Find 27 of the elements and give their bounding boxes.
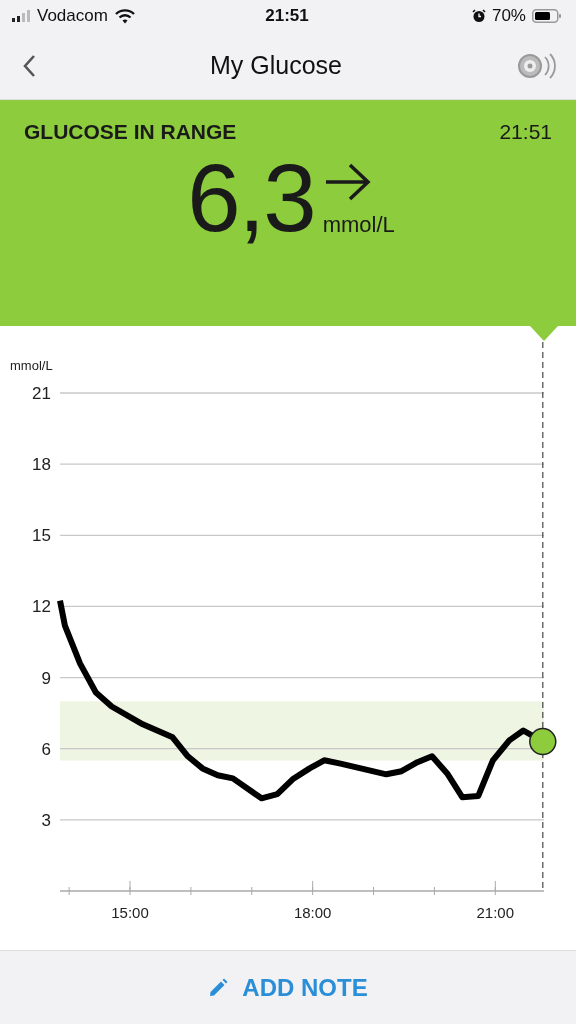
unit-label: mmol/L <box>322 212 395 238</box>
battery-percent: 70% <box>491 6 526 26</box>
y-tick-label: 6 <box>41 739 51 759</box>
x-tick-label: 21:00 <box>476 904 515 921</box>
glucose-value: 6,3 <box>187 148 315 249</box>
current-reading-dot <box>529 727 557 756</box>
x-tick-label: 15:00 <box>111 904 149 921</box>
add-note-button[interactable]: ADD NOTE <box>200 967 376 1008</box>
battery-icon <box>532 9 562 23</box>
y-tick-label: 12 <box>32 597 51 617</box>
y-tick-label: 21 <box>32 384 51 403</box>
y-tick-label: 3 <box>41 810 51 830</box>
page-title: My Glucose <box>210 51 342 80</box>
wifi-icon <box>114 8 135 24</box>
signal-icon <box>12 10 30 22</box>
pencil-icon <box>208 977 229 998</box>
reading-time: 21:51 <box>499 120 552 144</box>
y-tick-label: 15 <box>32 526 51 546</box>
status-time: 21:51 <box>265 6 309 26</box>
x-tick-label: 18:00 <box>293 904 332 921</box>
carrier-name: Vodacom <box>37 6 108 26</box>
y-tick-label: 18 <box>32 455 51 475</box>
back-button[interactable] <box>22 53 36 78</box>
glucose-status: GLUCOSE IN RANGE <box>24 120 237 144</box>
y-tick-label: 9 <box>41 668 51 688</box>
axis-unit: mmol/L <box>10 358 53 373</box>
alarm-icon <box>471 9 486 23</box>
